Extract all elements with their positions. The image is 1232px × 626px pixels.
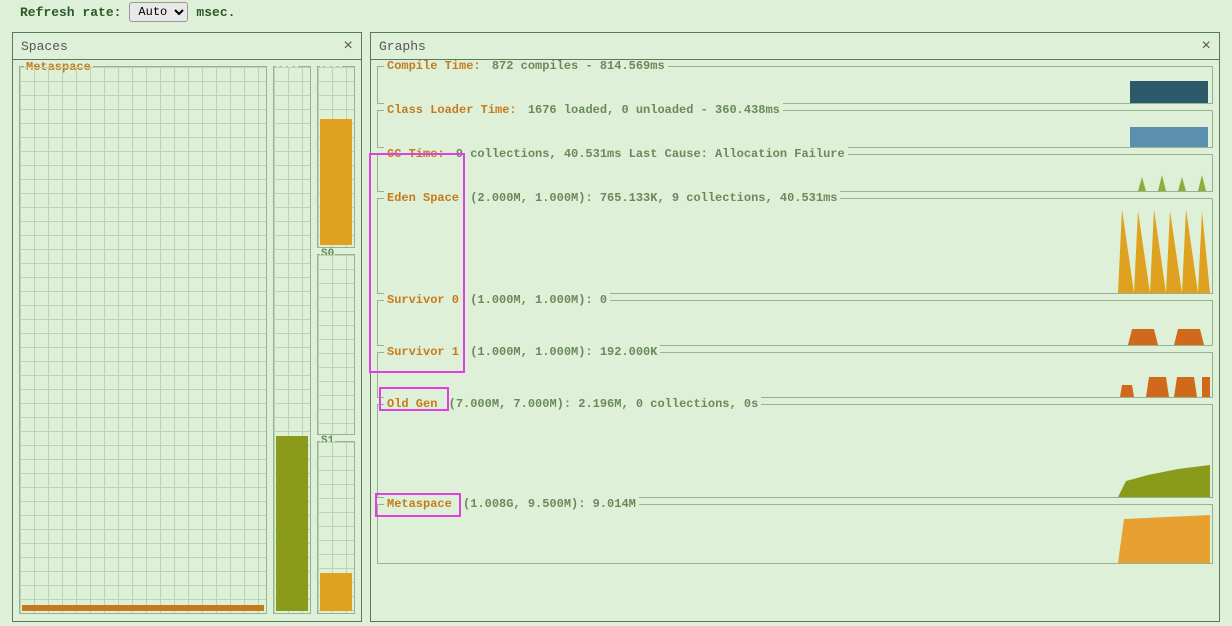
close-icon[interactable]: × [343,37,353,55]
gc-legend: GC Time: 9 collections, 40.531ms Last Ca… [384,147,848,161]
classloader-legend: Class Loader Time: 1676 loaded, 0 unload… [384,103,783,117]
s1-chart [1118,355,1210,397]
s1-row: Survivor 1 (1.000M, 1.000M): 192.000K [377,352,1213,398]
graphs-panel: Graphs × Compile Time: 872 compiles - 81… [370,32,1220,622]
refresh-rate-select[interactable]: Auto [129,2,188,22]
spaces-body: Metaspace ... ... S0 [13,60,361,620]
spaces-panel: Spaces × Metaspace ... ... [12,32,362,622]
toolbar: Refresh rate: Auto msec. [0,0,1232,32]
orange-bar-s1 [320,573,352,611]
refresh-unit: msec. [196,5,235,20]
metaspace-chart [1118,507,1210,563]
eden-row: Eden Space (2.000M, 1.000M): 765.133K, 9… [377,198,1213,294]
eden-legend: Eden Space (2.000M, 1.000M): 765.133K, 9… [384,191,840,205]
orange-bar-top [320,119,352,245]
spaces-title: Spaces [21,39,68,54]
spaces-col-2: ... S0 S1 [317,66,355,614]
s0-legend: Survivor 0 (1.000M, 1.000M): 0 [384,293,610,307]
classloader-chart [1120,113,1210,147]
s0-row: Survivor 0 (1.000M, 1.000M): 0 [377,300,1213,346]
classloader-row: Class Loader Time: 1676 loaded, 0 unload… [377,110,1213,148]
metaspace-box: Metaspace [19,66,267,614]
metaspace-fill [22,605,264,611]
olive-bar [276,436,308,611]
gc-chart [1120,157,1210,191]
s0-chart [1118,303,1210,345]
refresh-label: Refresh rate: [20,5,121,20]
eden-chart [1118,203,1210,293]
dots-box-1: ... [273,66,311,614]
spaces-col-1: ... [273,66,311,614]
graphs-body: Compile Time: 872 compiles - 814.569ms C… [371,60,1219,620]
dots-box-2: ... [317,66,355,248]
spaces-header: Spaces × [13,33,361,60]
s1-legend: Survivor 1 (1.000M, 1.000M): 192.000K [384,345,660,359]
main-area: Spaces × Metaspace ... ... [0,32,1232,622]
s1-box: S1 [317,441,355,614]
metaspace-legend: Metaspace (1.008G, 9.500M): 9.014M [384,497,639,511]
compile-legend: Compile Time: 872 compiles - 814.569ms [384,60,668,73]
graphs-header: Graphs × [371,33,1219,60]
compile-chart [1120,69,1210,103]
metaspace-row: Metaspace (1.008G, 9.500M): 9.014M [377,504,1213,564]
oldgen-chart [1118,409,1210,497]
close-icon[interactable]: × [1201,37,1211,55]
oldgen-legend: Old Gen (7.000M, 7.000M): 2.196M, 0 coll… [384,397,761,411]
gc-row: GC Time: 9 collections, 40.531ms Last Ca… [377,154,1213,192]
graphs-title: Graphs [379,39,426,54]
compile-row: Compile Time: 872 compiles - 814.569ms [377,66,1213,104]
oldgen-row: Old Gen (7.000M, 7.000M): 2.196M, 0 coll… [377,404,1213,498]
grid-background [20,67,266,613]
s0-box: S0 [317,254,355,436]
